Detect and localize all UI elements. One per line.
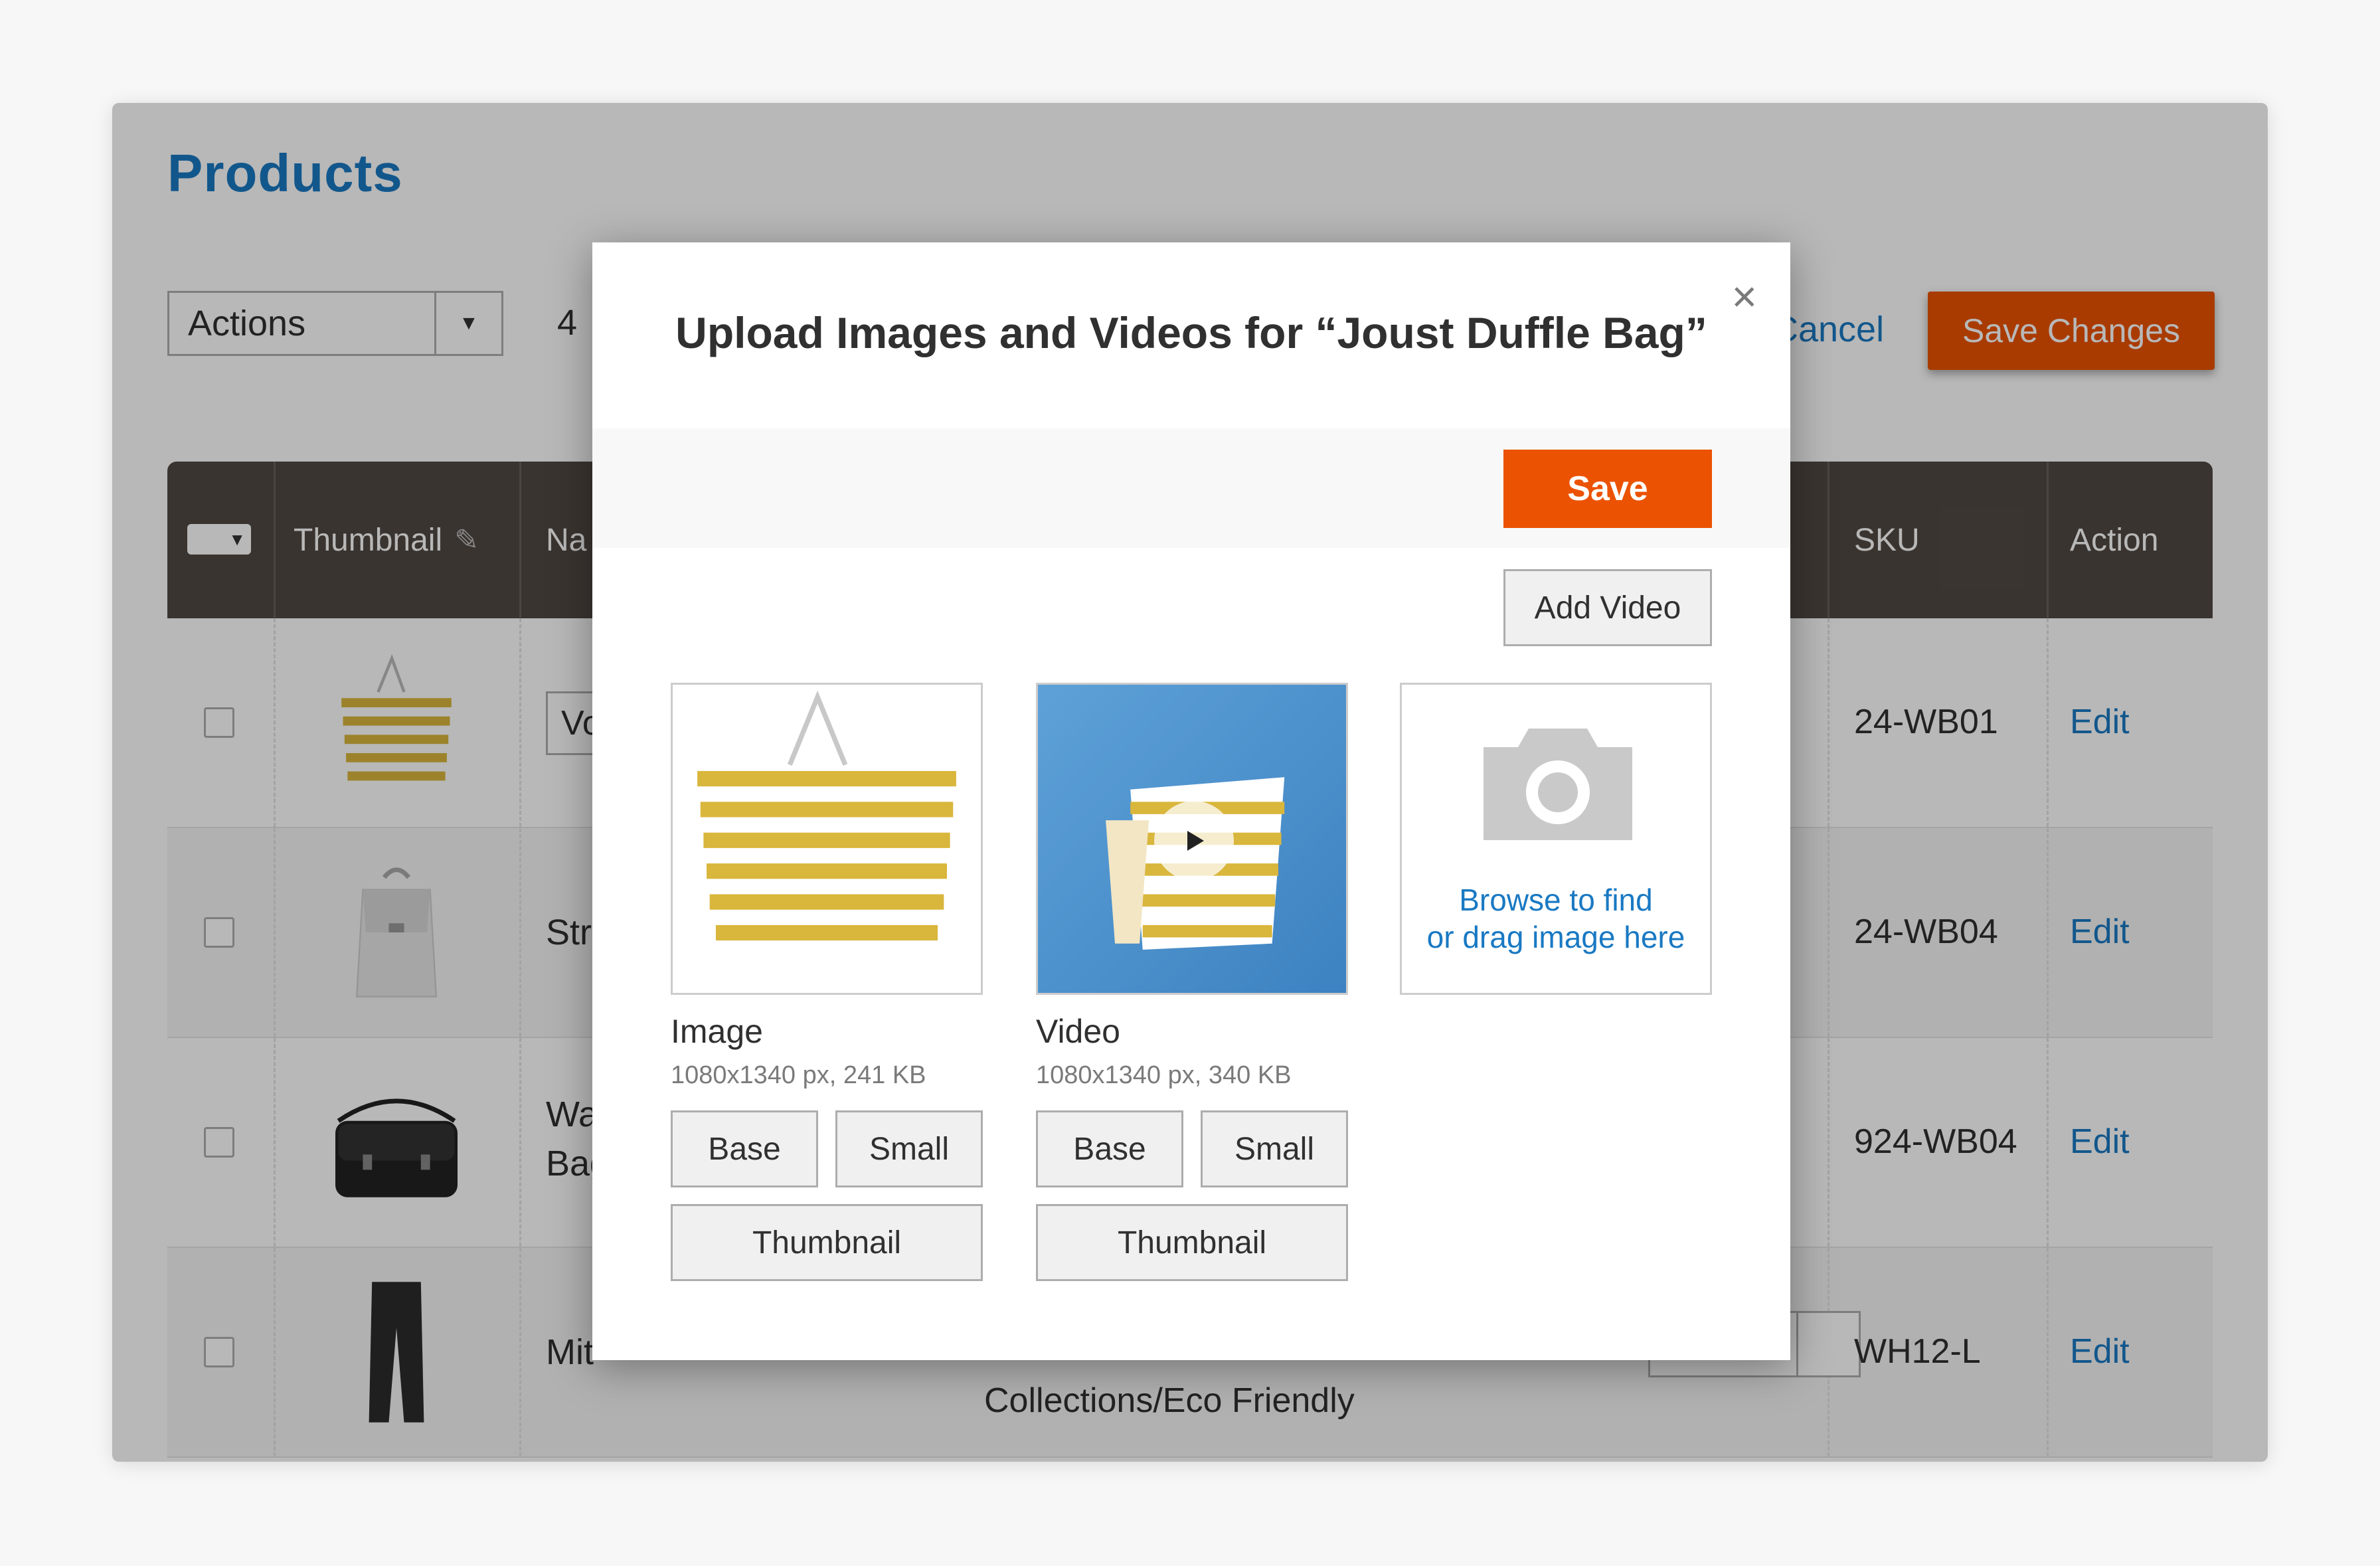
upload-media-modal: × Upload Images and Videos for “Joust Du… bbox=[592, 242, 1790, 1360]
media-type-label: Image bbox=[671, 1013, 763, 1050]
upload-text-line1: Browse to find bbox=[1459, 883, 1653, 917]
image-preview[interactable] bbox=[671, 683, 983, 995]
role-small-button[interactable]: Small bbox=[1201, 1110, 1348, 1187]
role-base-button[interactable]: Base bbox=[1036, 1110, 1183, 1187]
striped-bag-image bbox=[697, 690, 956, 956]
video-preview[interactable] bbox=[1036, 683, 1348, 995]
modal-toolbar: Save bbox=[592, 428, 1790, 548]
role-thumbnail-button[interactable]: Thumbnail bbox=[671, 1204, 983, 1281]
modal-title: Upload Images and Videos for “Joust Duff… bbox=[675, 308, 1707, 357]
upload-text-line2: or drag image here bbox=[1426, 920, 1685, 954]
media-item-image: Image 1080x1340 px, 241 KB bbox=[671, 683, 983, 1090]
media-meta: 1080x1340 px, 241 KB bbox=[671, 1061, 926, 1089]
media-type-label: Video bbox=[1036, 1013, 1120, 1050]
upload-dropzone[interactable]: Browse to find or drag image here bbox=[1400, 683, 1712, 995]
add-video-button[interactable]: Add Video bbox=[1503, 569, 1712, 646]
role-thumbnail-button[interactable]: Thumbnail bbox=[1036, 1204, 1348, 1281]
role-base-button[interactable]: Base bbox=[671, 1110, 818, 1187]
role-small-button[interactable]: Small bbox=[835, 1110, 983, 1187]
play-icon[interactable] bbox=[1154, 801, 1234, 881]
save-button[interactable]: Save bbox=[1503, 450, 1712, 528]
media-meta: 1080x1340 px, 340 KB bbox=[1036, 1061, 1292, 1089]
upload-instructions[interactable]: Browse to find or drag image here bbox=[1402, 881, 1710, 956]
camera-icon bbox=[1484, 729, 1632, 840]
upload-frame[interactable]: Browse to find or drag image here bbox=[1400, 683, 1712, 995]
media-item-video: Video 1080x1340 px, 340 KB bbox=[1036, 683, 1348, 1090]
